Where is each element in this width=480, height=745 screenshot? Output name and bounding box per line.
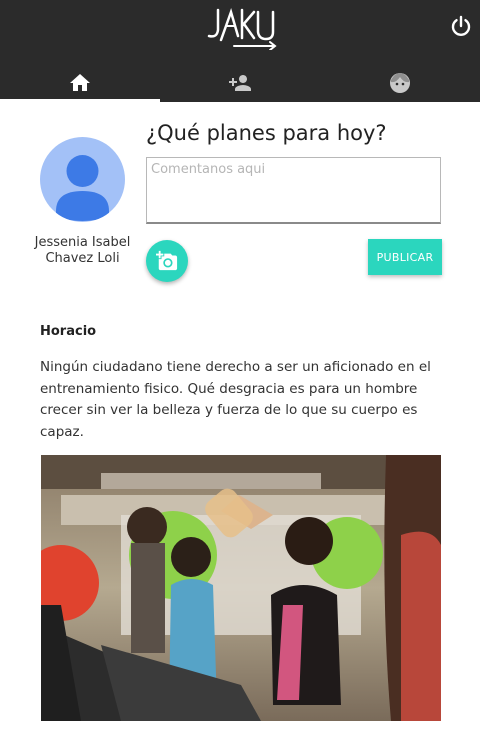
jaku-logo[interactable]	[204, 6, 278, 50]
tab-profile[interactable]	[320, 64, 480, 102]
add-person-icon	[229, 75, 251, 91]
gym-treadmill-photo	[41, 455, 441, 721]
user-name: Jessenia Isabel Chavez Loli	[34, 235, 131, 266]
tab-bar	[0, 64, 480, 102]
post-text: Ningún ciudadano tiene derecho a ser un …	[40, 359, 431, 440]
comment-input[interactable]	[146, 157, 441, 224]
top-app-bar	[0, 0, 480, 102]
tab-add-friend[interactable]	[160, 64, 320, 102]
person-avatar-icon	[56, 155, 109, 221]
tab-home[interactable]	[0, 64, 160, 102]
composer-prompt: ¿Qué planes para hoy?	[146, 121, 387, 145]
face-icon	[390, 73, 410, 93]
power-icon[interactable]	[449, 14, 473, 38]
home-icon	[70, 74, 90, 91]
add-photo-button[interactable]	[146, 240, 188, 282]
publish-button[interactable]: PUBLICAR	[368, 239, 442, 275]
post-image[interactable]	[41, 455, 441, 721]
avatar[interactable]	[40, 137, 125, 222]
post-author[interactable]: Horacio	[40, 324, 96, 339]
add-photo-icon	[156, 250, 178, 271]
